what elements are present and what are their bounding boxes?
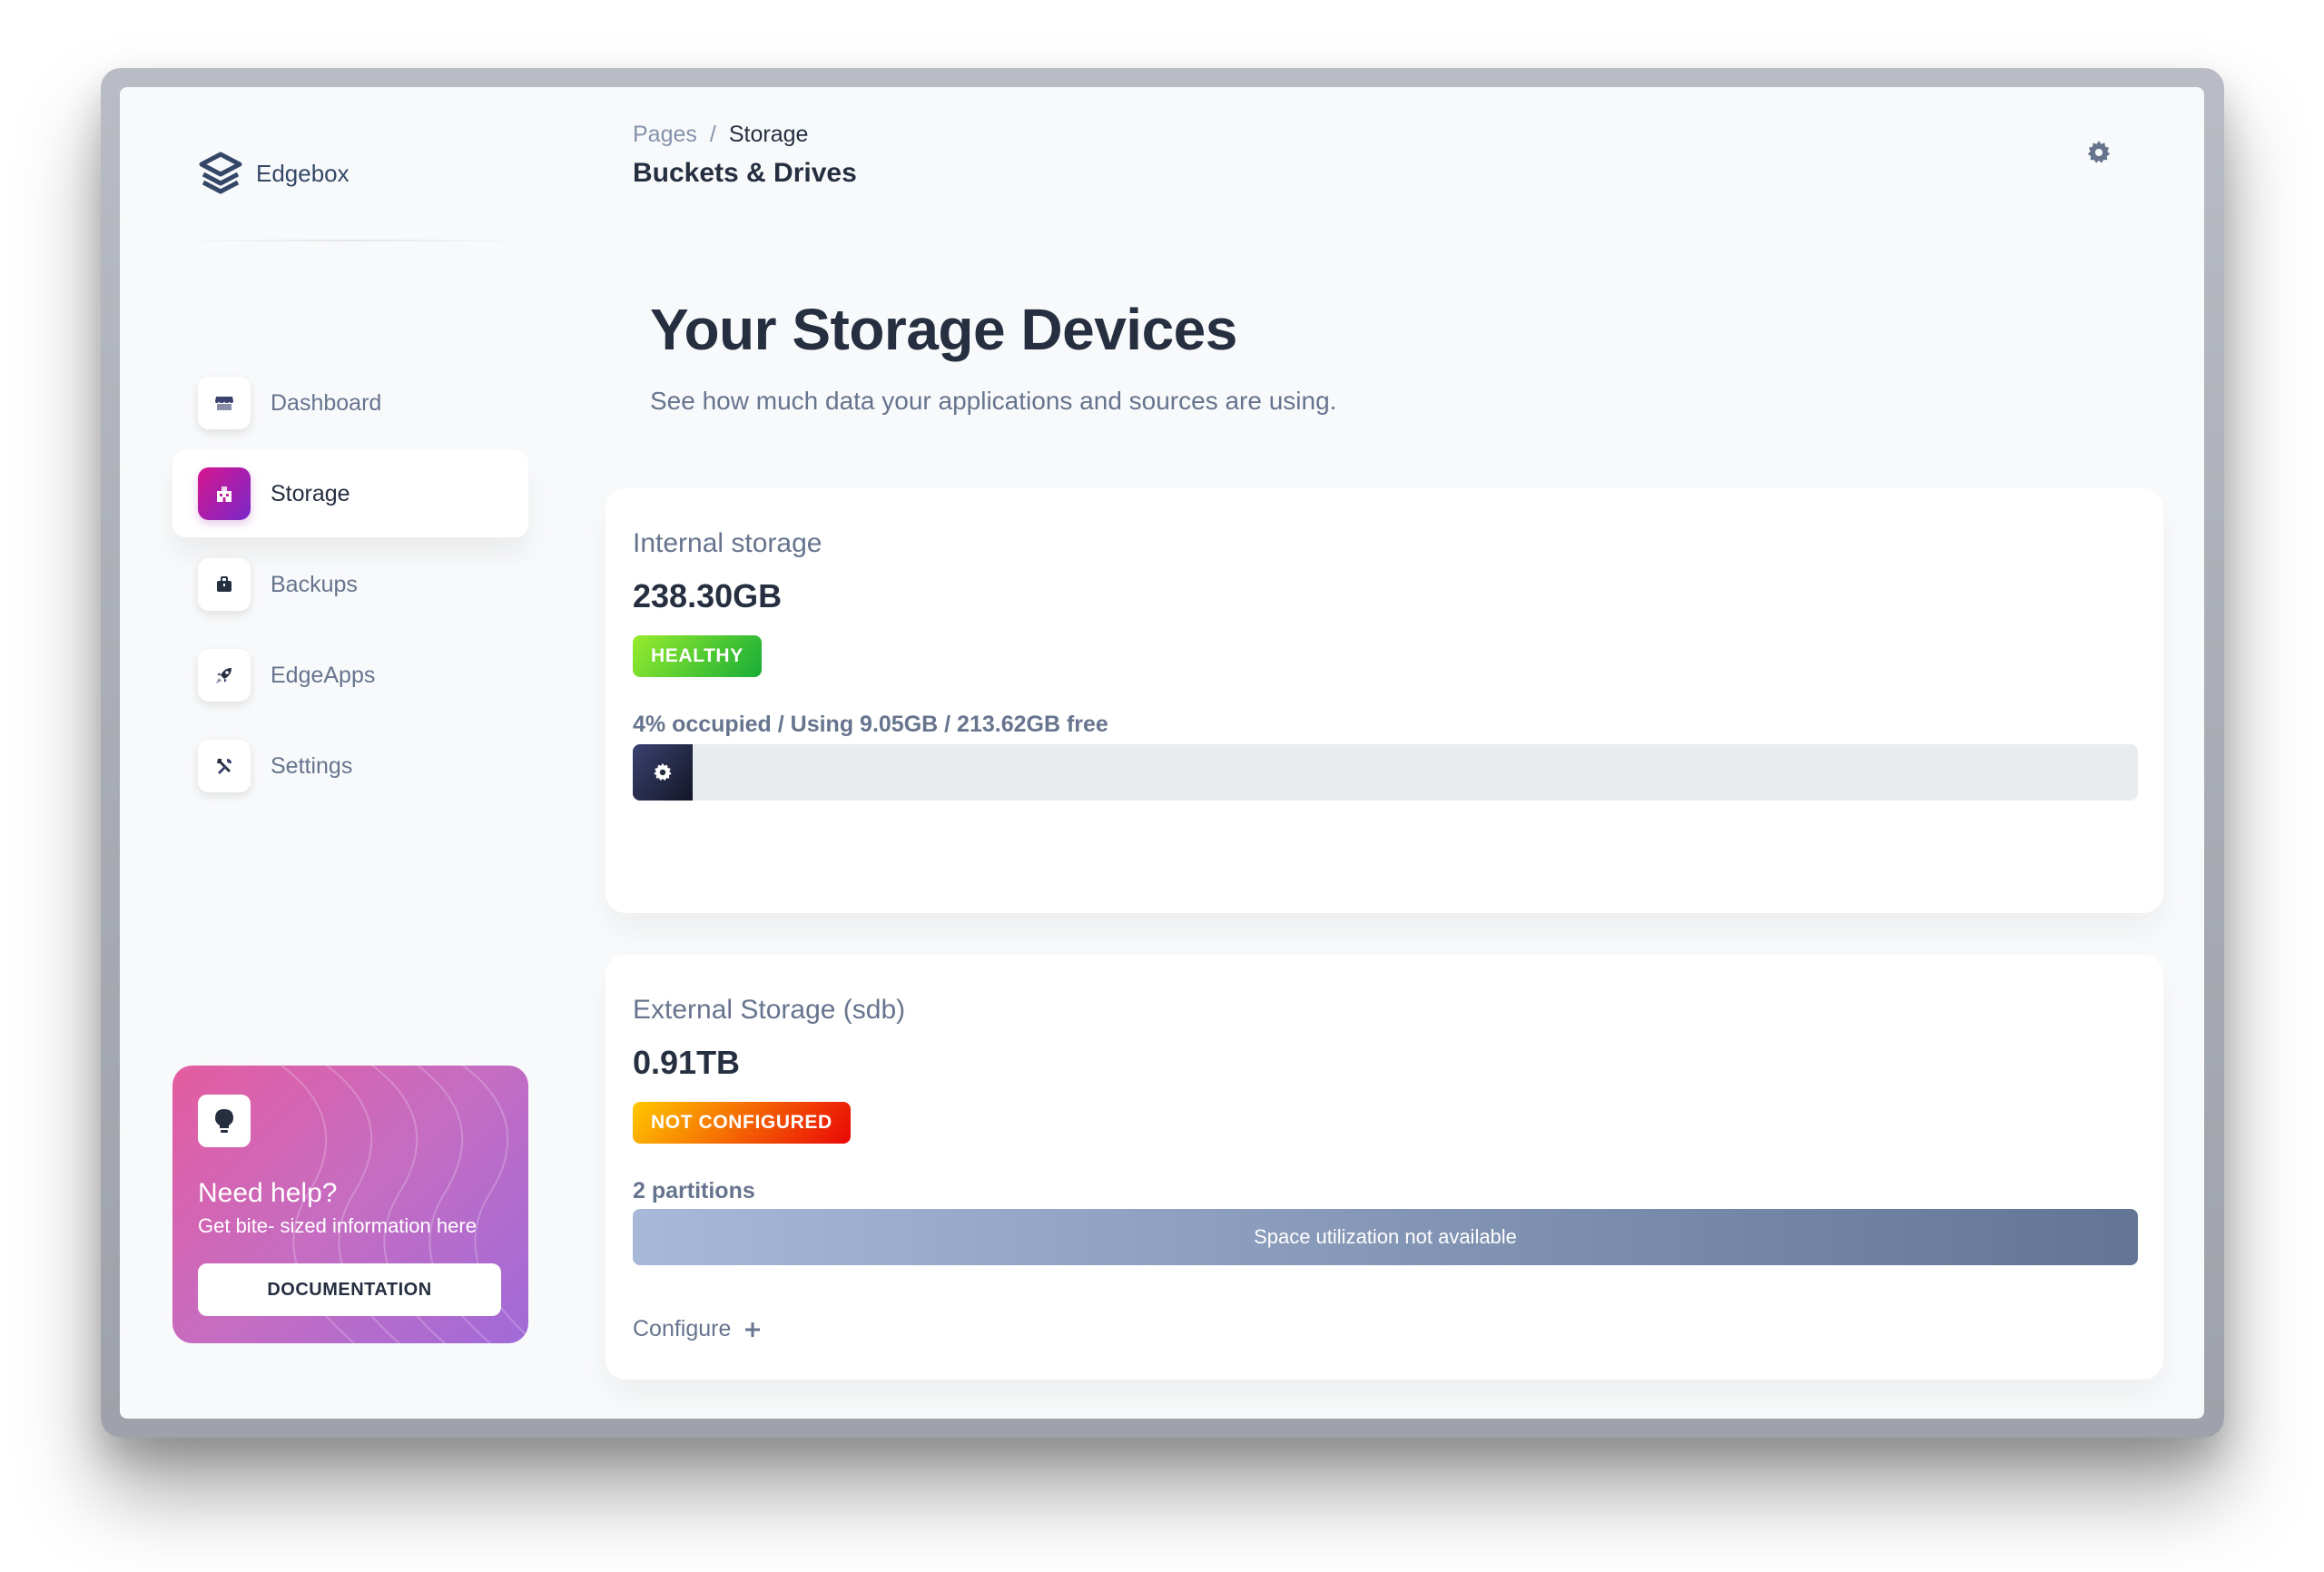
sidebar-item-dashboard[interactable]: Dashboard <box>172 359 528 447</box>
breadcrumb-pages-link[interactable]: Pages <box>633 122 697 148</box>
sidebar-divider <box>170 240 533 241</box>
app-screen: Edgebox Dashboard Storage Backups EdgeAp… <box>120 87 2204 1419</box>
edgebox-logo-icon <box>199 152 242 194</box>
breadcrumb-separator: / <box>709 122 716 147</box>
help-subtitle: Get bite- sized information here <box>198 1214 477 1237</box>
sidebar-item-label: Storage <box>271 480 350 506</box>
sidebar-item-label: EdgeApps <box>271 662 376 688</box>
usage-progress-bar <box>633 744 2138 801</box>
briefcase-icon <box>198 558 251 611</box>
shop-icon <box>198 377 251 429</box>
rocket-icon <box>198 649 251 702</box>
usage-progress-fill <box>633 744 694 801</box>
external-storage-card: External Storage (sdb) 0.91TB NOT CONFIG… <box>606 955 2163 1380</box>
gear-icon[interactable] <box>2086 140 2112 165</box>
storage-size: 238.30GB <box>633 577 783 614</box>
configure-label: Configure <box>633 1316 732 1341</box>
sidebar-item-label: Dashboard <box>271 389 382 416</box>
brand[interactable]: Edgebox <box>198 151 350 196</box>
office-building-icon <box>198 467 251 520</box>
status-badge: HEALTHY <box>633 635 762 677</box>
internal-storage-card: Internal storage 238.30GB HEALTHY 4% occ… <box>606 488 2163 913</box>
sidebar-item-backups[interactable]: Backups <box>172 541 528 628</box>
sidebar-item-label: Settings <box>271 752 353 779</box>
storage-size: 0.91TB <box>633 1044 741 1081</box>
plus-icon <box>745 1321 761 1337</box>
sidebar-item-edgeapps[interactable]: EdgeApps <box>172 632 528 719</box>
brand-name: Edgebox <box>256 159 350 187</box>
lightbulb-icon <box>198 1095 251 1147</box>
card-title: Internal storage <box>633 528 822 558</box>
gear-icon <box>654 762 672 781</box>
configure-button[interactable]: Configure <box>633 1316 762 1342</box>
sidebar-item-settings[interactable]: Settings <box>172 722 528 810</box>
utilization-bar: Space utilization not available <box>633 1209 2138 1265</box>
sidebar-item-label: Backups <box>271 571 358 597</box>
wrench-tools-icon <box>198 740 251 792</box>
breadcrumb-current: Storage <box>728 122 809 147</box>
documentation-button[interactable]: DOCUMENTATION <box>198 1263 501 1316</box>
page-subtitle: Buckets & Drives <box>633 158 857 188</box>
page-description: See how much data your applications and … <box>650 387 1337 415</box>
partitions-text: 2 partitions <box>633 1178 755 1204</box>
help-title: Need help? <box>198 1178 338 1208</box>
page-title: Your Storage Devices <box>650 297 1237 362</box>
status-badge: NOT CONFIGURED <box>633 1102 851 1144</box>
card-title: External Storage (sdb) <box>633 995 906 1025</box>
sidebar-item-storage[interactable]: Storage <box>172 450 528 537</box>
usage-text: 4% occupied / Using 9.05GB / 213.62GB fr… <box>633 712 1108 737</box>
breadcrumb: Pages / Storage <box>633 122 808 148</box>
help-card: Need help? Get bite- sized information h… <box>172 1066 528 1343</box>
